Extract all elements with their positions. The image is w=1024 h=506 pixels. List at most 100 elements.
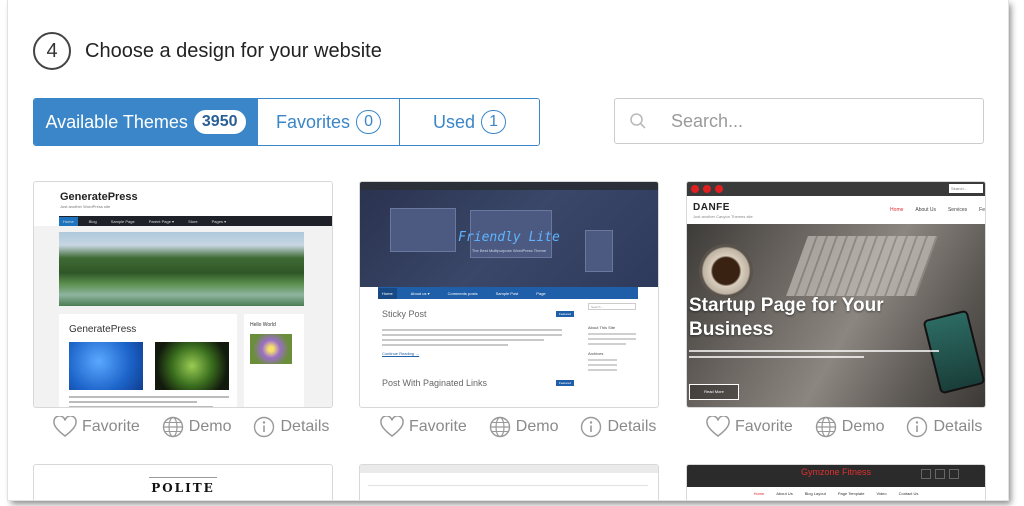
demo-label: Demo (515, 418, 559, 435)
thumb-text-lines (689, 350, 939, 362)
thumb-post-title: GeneratePress (69, 324, 137, 335)
thumb-nav-item: Store (188, 218, 198, 224)
theme-card-generatepress[interactable]: GeneratePress Just another WordPress sit… (33, 181, 333, 408)
thumb-header: DANFE Just another Canyon Themes site Ho… (687, 196, 985, 224)
tab-favorites[interactable]: Favorites 0 (258, 99, 400, 145)
thumb-sidebar-title: Hello World (250, 322, 276, 328)
favorite-label: Favorite (82, 418, 140, 435)
thumb-title: Friendly Lite (458, 230, 560, 245)
demo-button[interactable]: Demo (489, 416, 559, 438)
thumb-body: GeneratePress Hello World (34, 226, 332, 407)
thumb-nav-item: Sample Post (495, 290, 519, 296)
facebook-icon (691, 185, 699, 193)
thumb-image-flower (250, 334, 292, 364)
favorite-label: Favorite (409, 418, 467, 435)
theme-card-danfe[interactable]: Search... DANFE Just another Canyon Them… (686, 181, 986, 408)
thumb-menu-item: About Us (915, 207, 936, 213)
thumb-nav-item: Parent Page ▾ (148, 218, 175, 224)
theme-tabs: Available Themes 3950 Favorites 0 Used 1 (33, 98, 540, 146)
thumb-menu: Home About Us Services Fe (890, 207, 985, 213)
thumb-topbar: Gymzone Fitness (687, 465, 985, 487)
instagram-icon (949, 469, 959, 479)
info-icon (581, 416, 602, 438)
tab-used[interactable]: Used 1 (400, 99, 539, 145)
thumb-nav-item: Comments posts (447, 290, 478, 296)
thumb-nav (368, 477, 648, 486)
thumb-hero-title: Startup Page for Your Business (689, 295, 884, 340)
theme-chooser-panel: 4 Choose a design for your website Avail… (8, 0, 1008, 500)
heart-icon (706, 416, 730, 437)
globe-icon (815, 416, 836, 438)
thumb-featured-badge: Featured (556, 380, 574, 386)
demo-button[interactable]: Demo (162, 416, 231, 438)
twitter-icon (935, 469, 945, 479)
demo-button[interactable]: Demo (815, 416, 885, 438)
theme-card-polite[interactable]: POLITE (33, 464, 333, 500)
favorite-button[interactable]: Favorite (706, 416, 793, 438)
tab-label: Used (433, 111, 476, 132)
thumb-hero-image (59, 232, 304, 306)
tab-available-themes[interactable]: Available Themes 3950 (34, 99, 258, 145)
thumb-tagline: The Best Multipurpose WordPress Theme (471, 248, 547, 253)
theme-card-unnamed[interactable] (359, 464, 659, 500)
heart-icon (380, 416, 404, 437)
globe-icon (489, 416, 510, 438)
details-button[interactable]: Details (253, 416, 329, 438)
thumb-menu-item: Fe (979, 207, 985, 213)
demo-label: Demo (841, 418, 885, 435)
details-button[interactable]: Details (580, 416, 656, 438)
thumb-menu-item: Home (890, 207, 904, 213)
step-header: 4 Choose a design for your website (33, 28, 382, 74)
globe-icon (162, 416, 183, 438)
thumb-search: Search... (949, 184, 983, 193)
details-button[interactable]: Details (906, 416, 982, 438)
tab-label: Available Themes (45, 111, 188, 132)
thumb-nav-item: Pages ▾ (211, 218, 227, 224)
heart-icon (53, 416, 77, 437)
theme-actions: Favorite Demo Details (706, 412, 1006, 442)
thumb-image-water (69, 342, 143, 390)
favorite-button[interactable]: Favorite (53, 416, 140, 438)
search-input[interactable] (669, 109, 953, 133)
theme-card-gymzone[interactable]: Gymzone Fitness Home About Us Blog Layou… (686, 464, 986, 500)
theme-search-box[interactable] (614, 98, 984, 144)
thumb-post-title: Sticky Post (382, 309, 427, 319)
thumb-nav: Home About Us Blog Layout Page Template … (687, 487, 985, 499)
details-label: Details (607, 418, 657, 435)
tab-count-badge: 0 (356, 110, 381, 134)
search-icon (630, 113, 646, 129)
thumb-nav-item: Home (753, 490, 765, 496)
thumb-search: Search ... (588, 303, 636, 310)
youtube-icon (715, 185, 723, 193)
thumb-post-title: Post With Paginated Links (382, 378, 488, 388)
theme-actions: Favorite Demo Details (380, 412, 680, 442)
thumb-text-lines (69, 396, 229, 407)
thumb-sidebar: Hello World (244, 314, 304, 407)
thumb-coffee-cup (699, 244, 753, 298)
theme-card-friendly-lite[interactable]: Friendly Lite The Best Multipurpose Word… (359, 181, 659, 408)
thumb-sidebar: Search ... About This Site Archives (588, 303, 636, 374)
info-icon (907, 416, 928, 438)
thumb-tagline: Just another Canyon Themes site (693, 214, 753, 219)
thumb-topbar (360, 465, 658, 473)
thumb-nav-item: Contact Us (898, 490, 919, 496)
thumb-nav-item: Page Template (837, 490, 865, 496)
thumb-nav-item: Home (378, 287, 397, 299)
thumb-nav: Home Blog Sample Page Parent Page ▾ Stor… (59, 216, 332, 226)
thumb-logo: DANFE (693, 202, 730, 213)
favorite-button[interactable]: Favorite (380, 416, 467, 438)
thumb-divider (149, 477, 217, 478)
thumb-image-leaf (155, 342, 229, 390)
thumb-menu-item: Services (947, 207, 968, 213)
thumb-logo: POLITE (151, 481, 215, 495)
thumb-keyboard (786, 236, 938, 296)
thumb-text-lines (382, 329, 562, 349)
thumb-featured-badge: Featured (556, 311, 574, 317)
twitter-icon (703, 185, 711, 193)
thumb-header: GeneratePress Just another WordPress sit… (34, 182, 332, 216)
thumb-read-more: Continue Reading → (382, 351, 420, 356)
tab-count-badge: 1 (481, 110, 506, 134)
thumb-topbar (360, 182, 658, 190)
thumb-nav: Home About us ▾ Comments posts Sample Po… (378, 287, 638, 299)
step-title: Choose a design for your website (85, 39, 382, 62)
